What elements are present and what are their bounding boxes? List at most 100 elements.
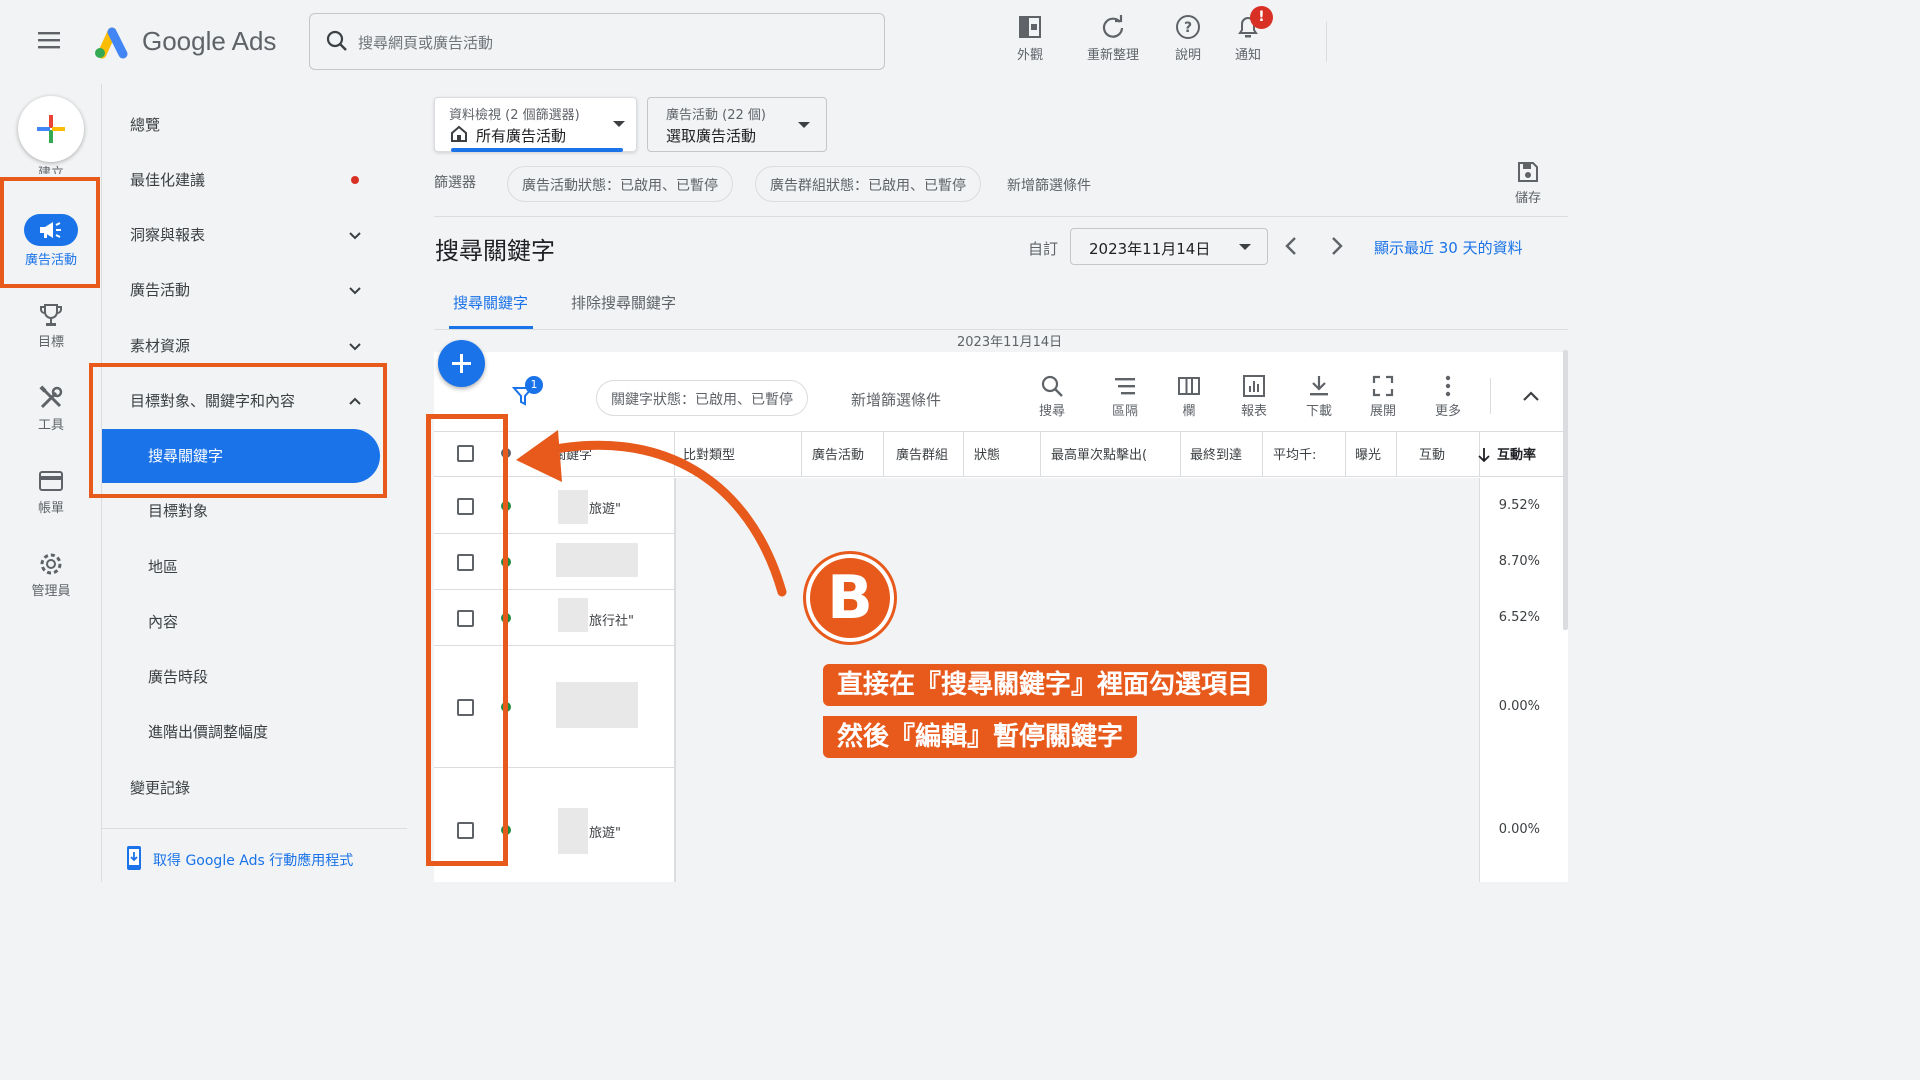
report-button[interactable]: 報表 — [1229, 374, 1279, 419]
campaign-selector-value: 選取廣告活動 — [666, 127, 757, 145]
mobile-app-link[interactable]: 取得 Google Ads 行動應用程式 — [153, 850, 353, 870]
rail-item-admin[interactable]: 管理員 — [14, 551, 88, 599]
plus-icon — [36, 114, 66, 144]
download-icon — [1307, 374, 1331, 398]
topbar-divider — [1326, 22, 1327, 62]
filter-chip-adgroup-status[interactable]: 廣告群組狀態：已啟用、已暫停 — [755, 166, 981, 202]
annotation-badge-letter: B — [827, 563, 873, 633]
expand-icon — [1371, 374, 1395, 398]
rail-item-billing[interactable]: 帳單 — [14, 468, 88, 516]
view-selector[interactable]: 資料檢視 (2 個篩選器) 所有廣告活動 — [434, 97, 637, 152]
menu-icon[interactable] — [38, 30, 62, 50]
filter-count-badge: 1 — [525, 376, 543, 394]
interaction-rate-cell: 0.00% — [1498, 822, 1540, 837]
dropdown-arrow-icon — [798, 122, 810, 128]
add-keyword-button[interactable] — [438, 340, 485, 387]
collapse-chevron-up-icon[interactable] — [1522, 390, 1540, 402]
nav-item-assets[interactable]: 素材資源 — [130, 335, 190, 357]
annotation-highlight-checkboxes — [426, 414, 508, 866]
save-icon — [1517, 161, 1539, 183]
column-header-avg-cpm[interactable]: 平均千: — [1273, 444, 1343, 463]
column-header-status[interactable]: 狀態 — [974, 444, 1038, 463]
campaign-selector[interactable]: 廣告活動 (22 個) 選取廣告活動 — [647, 97, 827, 152]
tab-negative-keywords[interactable]: 排除搜尋關鍵字 — [571, 292, 676, 313]
annotation-badge: B — [806, 554, 894, 642]
search-input[interactable]: 搜尋網頁或廣告活動 — [358, 32, 493, 53]
columns-label: 欄 — [1182, 404, 1196, 419]
expand-button[interactable]: 展開 — [1358, 374, 1408, 419]
help-icon: ? — [1175, 14, 1201, 40]
chevron-left-icon[interactable] — [1284, 236, 1298, 256]
column-header-final-url[interactable]: 最終到達 — [1190, 444, 1260, 463]
column-header-interaction-rate[interactable]: 互動率 — [1497, 444, 1567, 463]
expand-label: 展開 — [1369, 404, 1396, 419]
save-button[interactable]: 儲存 — [1508, 161, 1548, 206]
brand-name: Google Ads — [142, 26, 277, 56]
show-recent-link[interactable]: 顯示最近 30 天的資料 — [1374, 237, 1523, 258]
tabs-divider — [434, 329, 1568, 330]
create-button[interactable] — [18, 96, 84, 162]
appearance-button[interactable]: 外觀 — [995, 8, 1065, 68]
report-label: 報表 — [1240, 404, 1267, 419]
add-filter-button[interactable]: 新增篩選條件 — [1007, 175, 1091, 195]
nav-item-overview[interactable]: 總覽 — [130, 114, 160, 136]
notification-button[interactable]: 通知 ! — [1213, 6, 1283, 68]
nav-sub-item-locations[interactable]: 地區 — [148, 556, 178, 578]
nav-sub-item-content[interactable]: 內容 — [148, 611, 178, 633]
nav-item-change-history[interactable]: 變更記錄 — [130, 777, 190, 799]
toolbar-divider — [1490, 378, 1491, 414]
nav-item-campaigns[interactable]: 廣告活動 — [130, 279, 190, 301]
nav-sub-item-ad-schedule[interactable]: 廣告時段 — [148, 666, 208, 688]
annotation-highlight-nav — [89, 363, 387, 498]
annotation-highlight-rail — [0, 177, 100, 288]
chevron-right-icon[interactable] — [1330, 236, 1344, 256]
scrollbar[interactable] — [1563, 350, 1568, 630]
nav-item-recommendations[interactable]: 最佳化建議 — [130, 169, 205, 191]
column-header-adgroup[interactable]: 廣告群組 — [896, 444, 962, 463]
campaign-selector-label: 廣告活動 (22 個) — [666, 108, 766, 123]
columns-button[interactable]: 欄 — [1164, 374, 1214, 419]
date-picker[interactable]: 2023年11月14日 — [1070, 228, 1268, 265]
filter-chip-campaign-status[interactable]: 廣告活動狀態：已啟用、已暫停 — [507, 166, 733, 202]
column-header-max-cpc[interactable]: 最高單次點擊出( — [1051, 444, 1178, 463]
column-header-campaign[interactable]: 廣告活動 — [812, 444, 882, 463]
segment-button[interactable]: 區隔 — [1100, 374, 1150, 419]
columns-icon — [1177, 374, 1201, 398]
nav-sub-item-bid-adjustments[interactable]: 進階出價調整幅度 — [148, 721, 268, 743]
table-date-label: 2023年11月14日 — [957, 335, 1063, 350]
notification-badge: ! — [1250, 6, 1273, 29]
interaction-rate-cell: 8.70% — [1498, 554, 1540, 569]
search-icon — [1040, 374, 1064, 398]
sort-arrow-down-icon — [1478, 447, 1490, 463]
rail-item-goals[interactable]: 目標 — [14, 302, 88, 350]
dropdown-arrow-icon — [1239, 244, 1251, 250]
nav-sub-item-audiences[interactable]: 目標對象 — [148, 500, 208, 522]
more-button[interactable]: 更多 — [1423, 374, 1473, 419]
annotation-text-line2: 然後『編輯』暫停關鍵字 — [823, 716, 1138, 758]
column-header-interactions[interactable]: 互動 — [1419, 444, 1471, 463]
page-title: 搜尋關鍵字 — [435, 237, 555, 265]
refresh-button[interactable]: 重新整理 — [1078, 8, 1148, 68]
table-search-button[interactable]: 搜尋 — [1027, 374, 1077, 419]
dropdown-arrow-icon — [613, 121, 625, 127]
download-button[interactable]: 下載 — [1294, 374, 1344, 419]
chevron-down-icon[interactable] — [348, 286, 362, 296]
create-label: 建立 — [37, 166, 64, 174]
view-selector-label: 資料檢視 (2 個篩選器) — [449, 108, 580, 123]
column-divider — [1040, 432, 1041, 476]
tab-search-keywords[interactable]: 搜尋關鍵字 — [453, 292, 528, 313]
table-add-filter-button[interactable]: 新增篩選條件 — [851, 389, 941, 410]
more-icon — [1436, 374, 1460, 398]
appearance-icon — [1017, 14, 1043, 40]
chevron-down-icon[interactable] — [348, 231, 362, 241]
chevron-down-icon[interactable] — [348, 342, 362, 352]
nav-item-insights[interactable]: 洞察與報表 — [130, 224, 205, 246]
keyword-status-chip[interactable]: 關鍵字狀態：已啟用、已暫停 — [596, 380, 808, 416]
report-icon — [1242, 374, 1266, 398]
google-ads-logo-icon[interactable] — [92, 24, 132, 60]
rail-item-tools[interactable]: 工具 — [14, 385, 88, 433]
appearance-label: 外觀 — [1016, 48, 1043, 63]
interaction-rate-cell: 6.52% — [1498, 610, 1540, 625]
column-divider — [883, 432, 884, 476]
search-box[interactable]: 搜尋網頁或廣告活動 — [309, 13, 885, 70]
